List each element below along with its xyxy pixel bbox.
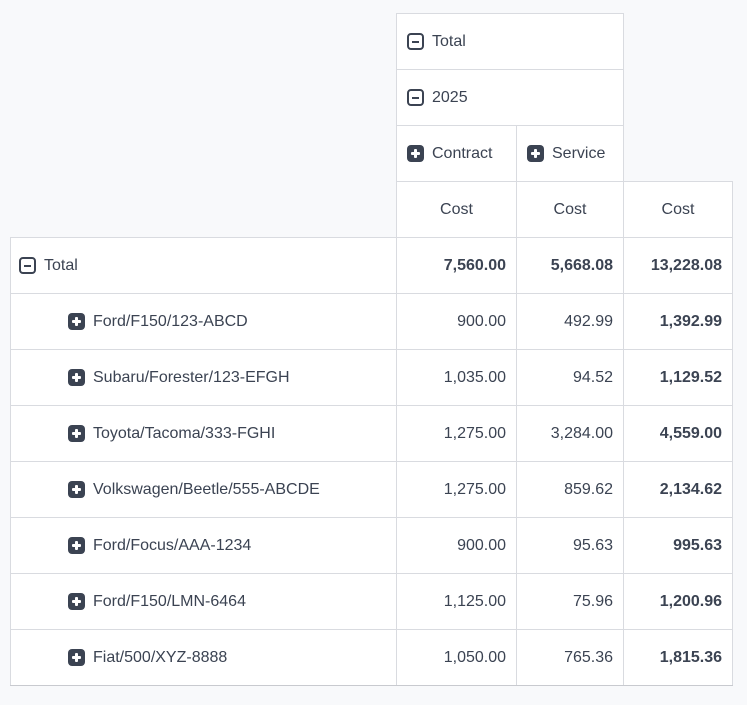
- spacer-cell: [11, 14, 397, 70]
- row-header-ford-f150-123-abcd[interactable]: Ford/F150/123-ABCD: [11, 294, 397, 350]
- pivot-cell: 3,284.00: [517, 406, 624, 462]
- row-header-ford-focus-aaa-1234[interactable]: Ford/Focus/AAA-1234: [11, 518, 397, 574]
- pivot-cell-total: 1,200.96: [624, 574, 733, 630]
- col-header-row-total: Total: [11, 14, 733, 70]
- col-header-year-label: 2025: [432, 89, 468, 107]
- row-header-ford-f150-lmn-6464[interactable]: Ford/F150/LMN-6464: [11, 574, 397, 630]
- row-header-volkswagen-beetle-555-abcde[interactable]: Volkswagen/Beetle/555-ABCDE: [11, 462, 397, 518]
- spacer-cell: [11, 182, 397, 238]
- expand-icon: [68, 369, 85, 386]
- table-row-total: Total 7,560.00 5,668.08 13,228.08: [11, 238, 733, 294]
- expand-icon: [68, 481, 85, 498]
- pivot-cell-total: 13,228.08: [624, 238, 733, 294]
- collapse-icon: [407, 33, 424, 50]
- row-label: Ford/F150/LMN-6464: [93, 593, 246, 611]
- collapse-icon: [19, 257, 36, 274]
- col-header-year[interactable]: 2025: [397, 70, 624, 126]
- pivot-cell-total: 1,129.52: [624, 350, 733, 406]
- row-label: Toyota/Tacoma/333-FGHI: [93, 425, 275, 443]
- table-row: Ford/F150/123-ABCD 900.00 492.99 1,392.9…: [11, 294, 733, 350]
- expand-icon: [68, 593, 85, 610]
- pivot-view: Total 2025: [10, 13, 733, 686]
- col-header-row-year: 2025: [11, 70, 733, 126]
- col-header-service-label: Service: [552, 145, 605, 163]
- pivot-cell: 859.62: [517, 462, 624, 518]
- col-header-total[interactable]: Total: [397, 14, 624, 70]
- spacer-cell: [624, 126, 733, 182]
- col-header-row-groups: Contract Service: [11, 126, 733, 182]
- row-header-total[interactable]: Total: [11, 238, 397, 294]
- col-header-total-label: Total: [432, 33, 466, 51]
- row-header-toyota-tacoma-333-fghi[interactable]: Toyota/Tacoma/333-FGHI: [11, 406, 397, 462]
- spacer-cell: [624, 70, 733, 126]
- pivot-cell-total: 1,392.99: [624, 294, 733, 350]
- pivot-cell: 94.52: [517, 350, 624, 406]
- row-label: Subaru/Forester/123-EFGH: [93, 369, 290, 387]
- expand-icon: [68, 537, 85, 554]
- col-header-contract-label: Contract: [432, 145, 492, 163]
- table-row: Toyota/Tacoma/333-FGHI 1,275.00 3,284.00…: [11, 406, 733, 462]
- table-row: Volkswagen/Beetle/555-ABCDE 1,275.00 859…: [11, 462, 733, 518]
- pivot-cell: 900.00: [397, 294, 517, 350]
- collapse-icon: [407, 89, 424, 106]
- expand-icon: [68, 649, 85, 666]
- pivot-cell: 900.00: [397, 518, 517, 574]
- measure-header-cost-contract[interactable]: Cost: [397, 182, 517, 238]
- col-header-contract[interactable]: Contract: [397, 126, 517, 182]
- pivot-cell-total: 995.63: [624, 518, 733, 574]
- pivot-cell-total: 2,134.62: [624, 462, 733, 518]
- table-row: Ford/Focus/AAA-1234 900.00 95.63 995.63: [11, 518, 733, 574]
- pivot-table: Total 2025: [10, 13, 733, 686]
- pivot-cell: 95.63: [517, 518, 624, 574]
- pivot-cell: 1,275.00: [397, 406, 517, 462]
- row-header-subaru-forester-123-efgh[interactable]: Subaru/Forester/123-EFGH: [11, 350, 397, 406]
- pivot-cell: 7,560.00: [397, 238, 517, 294]
- row-label: Ford/Focus/AAA-1234: [93, 537, 251, 555]
- table-row: Subaru/Forester/123-EFGH 1,035.00 94.52 …: [11, 350, 733, 406]
- pivot-cell-total: 1,815.36: [624, 630, 733, 686]
- pivot-cell: 1,275.00: [397, 462, 517, 518]
- table-row: Ford/F150/LMN-6464 1,125.00 75.96 1,200.…: [11, 574, 733, 630]
- col-header-service[interactable]: Service: [517, 126, 624, 182]
- pivot-cell: 1,050.00: [397, 630, 517, 686]
- expand-icon: [527, 145, 544, 162]
- spacer-cell: [11, 70, 397, 126]
- pivot-cell: 1,035.00: [397, 350, 517, 406]
- row-label: Ford/F150/123-ABCD: [93, 313, 248, 331]
- expand-icon: [407, 145, 424, 162]
- measure-header-row: Cost Cost Cost: [11, 182, 733, 238]
- pivot-cell: 492.99: [517, 294, 624, 350]
- row-header-fiat-500-xyz-8888[interactable]: Fiat/500/XYZ-8888: [11, 630, 397, 686]
- spacer-cell: [11, 126, 397, 182]
- spacer-cell: [624, 14, 733, 70]
- table-row: Fiat/500/XYZ-8888 1,050.00 765.36 1,815.…: [11, 630, 733, 686]
- measure-header-cost-service[interactable]: Cost: [517, 182, 624, 238]
- row-label: Volkswagen/Beetle/555-ABCDE: [93, 481, 320, 499]
- pivot-cell: 1,125.00: [397, 574, 517, 630]
- row-label: Total: [44, 257, 78, 275]
- expand-icon: [68, 313, 85, 330]
- pivot-cell: 5,668.08: [517, 238, 624, 294]
- expand-icon: [68, 425, 85, 442]
- measure-header-cost-total[interactable]: Cost: [624, 182, 733, 238]
- pivot-cell: 75.96: [517, 574, 624, 630]
- row-label: Fiat/500/XYZ-8888: [93, 649, 227, 667]
- pivot-cell-total: 4,559.00: [624, 406, 733, 462]
- pivot-cell: 765.36: [517, 630, 624, 686]
